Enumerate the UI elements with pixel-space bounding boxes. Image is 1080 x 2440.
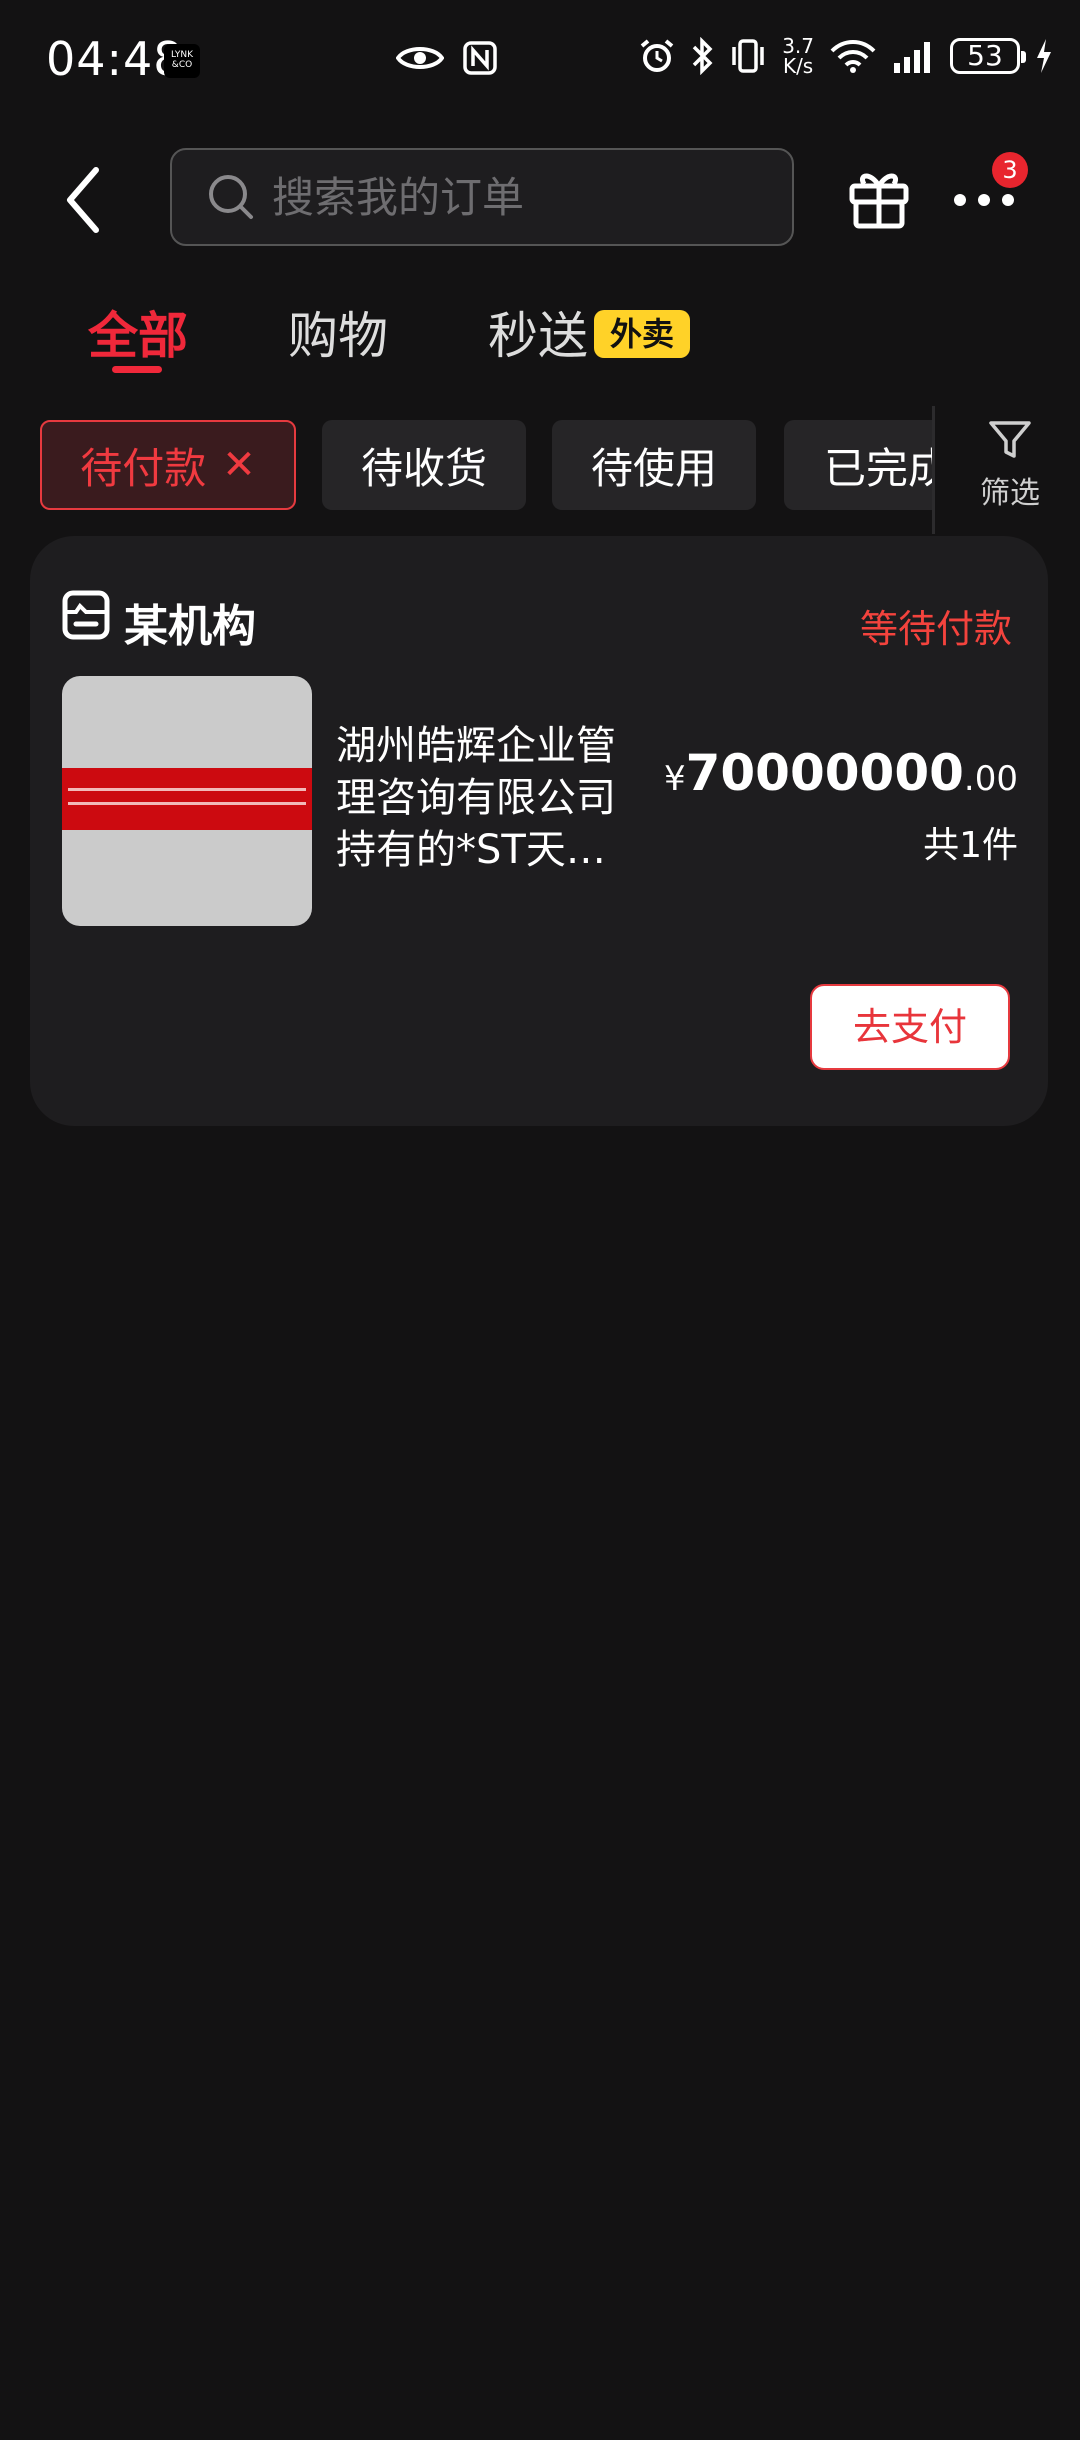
price-decimal: .00 — [963, 759, 1018, 799]
net-speed-value: 3.7 — [782, 34, 814, 58]
notification-badge: 3 — [992, 152, 1028, 188]
tab-all[interactable]: 全部 — [88, 296, 188, 368]
filter-chip-pending-use[interactable]: 待使用 — [552, 420, 756, 510]
status-right-icons: 3.7 K/s 53 — [638, 36, 1054, 76]
filter-divider — [932, 406, 935, 534]
pay-now-button[interactable]: 去支付 — [810, 984, 1010, 1070]
status-center-icons — [396, 40, 498, 76]
filter-chip-pending-payment[interactable]: 待付款 ✕ — [40, 420, 296, 510]
vibrate-icon — [732, 39, 764, 73]
signal-icon — [894, 42, 930, 73]
status-bar: 04:48 LYNK &CO 3.7 K/s 53 — [0, 0, 1080, 120]
bluetooth-icon — [692, 37, 713, 75]
nfc-icon — [463, 41, 497, 75]
product-title[interactable]: 湖州皓辉企业管理咨询有限公司持有的*ST天… — [336, 720, 646, 876]
back-arrow-icon[interactable] — [58, 164, 112, 236]
search-bar[interactable] — [170, 148, 794, 246]
header — [0, 140, 1080, 260]
filter-chip-pending-receipt[interactable]: 待收货 — [322, 420, 526, 510]
tab-instant-delivery[interactable]: 秒送 — [488, 296, 588, 368]
order-type-tabs: 全部 购物 秒送 — [0, 296, 1080, 376]
close-icon[interactable]: ✕ — [222, 442, 256, 488]
net-speed-unit: K/s — [782, 54, 814, 78]
gift-icon[interactable] — [846, 164, 912, 230]
filter-chip-completed[interactable]: 已完成 — [784, 420, 932, 510]
filter-button[interactable]: 筛选 — [970, 420, 1050, 520]
item-quantity: 共1件 — [923, 825, 1018, 866]
network-speed: 3.7 K/s — [782, 36, 814, 76]
battery-icon: 53 — [950, 38, 1026, 74]
product-thumbnail[interactable] — [62, 676, 312, 926]
product-thumbnail-banner — [62, 768, 312, 830]
shop-name[interactable]: 某机构 — [124, 590, 256, 654]
lynkco-logo-icon: LYNK &CO — [164, 44, 200, 78]
search-input[interactable] — [272, 172, 752, 222]
price-integer: 70000000 — [685, 744, 964, 802]
filter-chip-label: 待付款 — [80, 443, 207, 493]
price-currency: ¥ — [663, 759, 686, 799]
search-icon — [209, 175, 253, 219]
tab-shopping[interactable]: 购物 — [288, 296, 388, 368]
takeout-tag: 外卖 — [594, 310, 690, 358]
status-filter-row: 待付款 ✕ 待收货 待使用 已完成 — [0, 420, 1080, 512]
order-price: ¥70000000.00 — [664, 744, 1018, 802]
filter-label: 筛选 — [980, 476, 1040, 511]
funnel-icon — [989, 421, 1031, 458]
alarm-icon — [640, 39, 674, 72]
eye-icon — [396, 47, 444, 69]
shop-icon — [62, 590, 110, 640]
status-time: 04:48 — [46, 32, 184, 86]
active-tab-indicator — [112, 366, 162, 373]
wifi-icon — [830, 40, 876, 73]
order-status: 等待付款 — [859, 607, 1012, 651]
charging-icon — [1037, 39, 1051, 73]
